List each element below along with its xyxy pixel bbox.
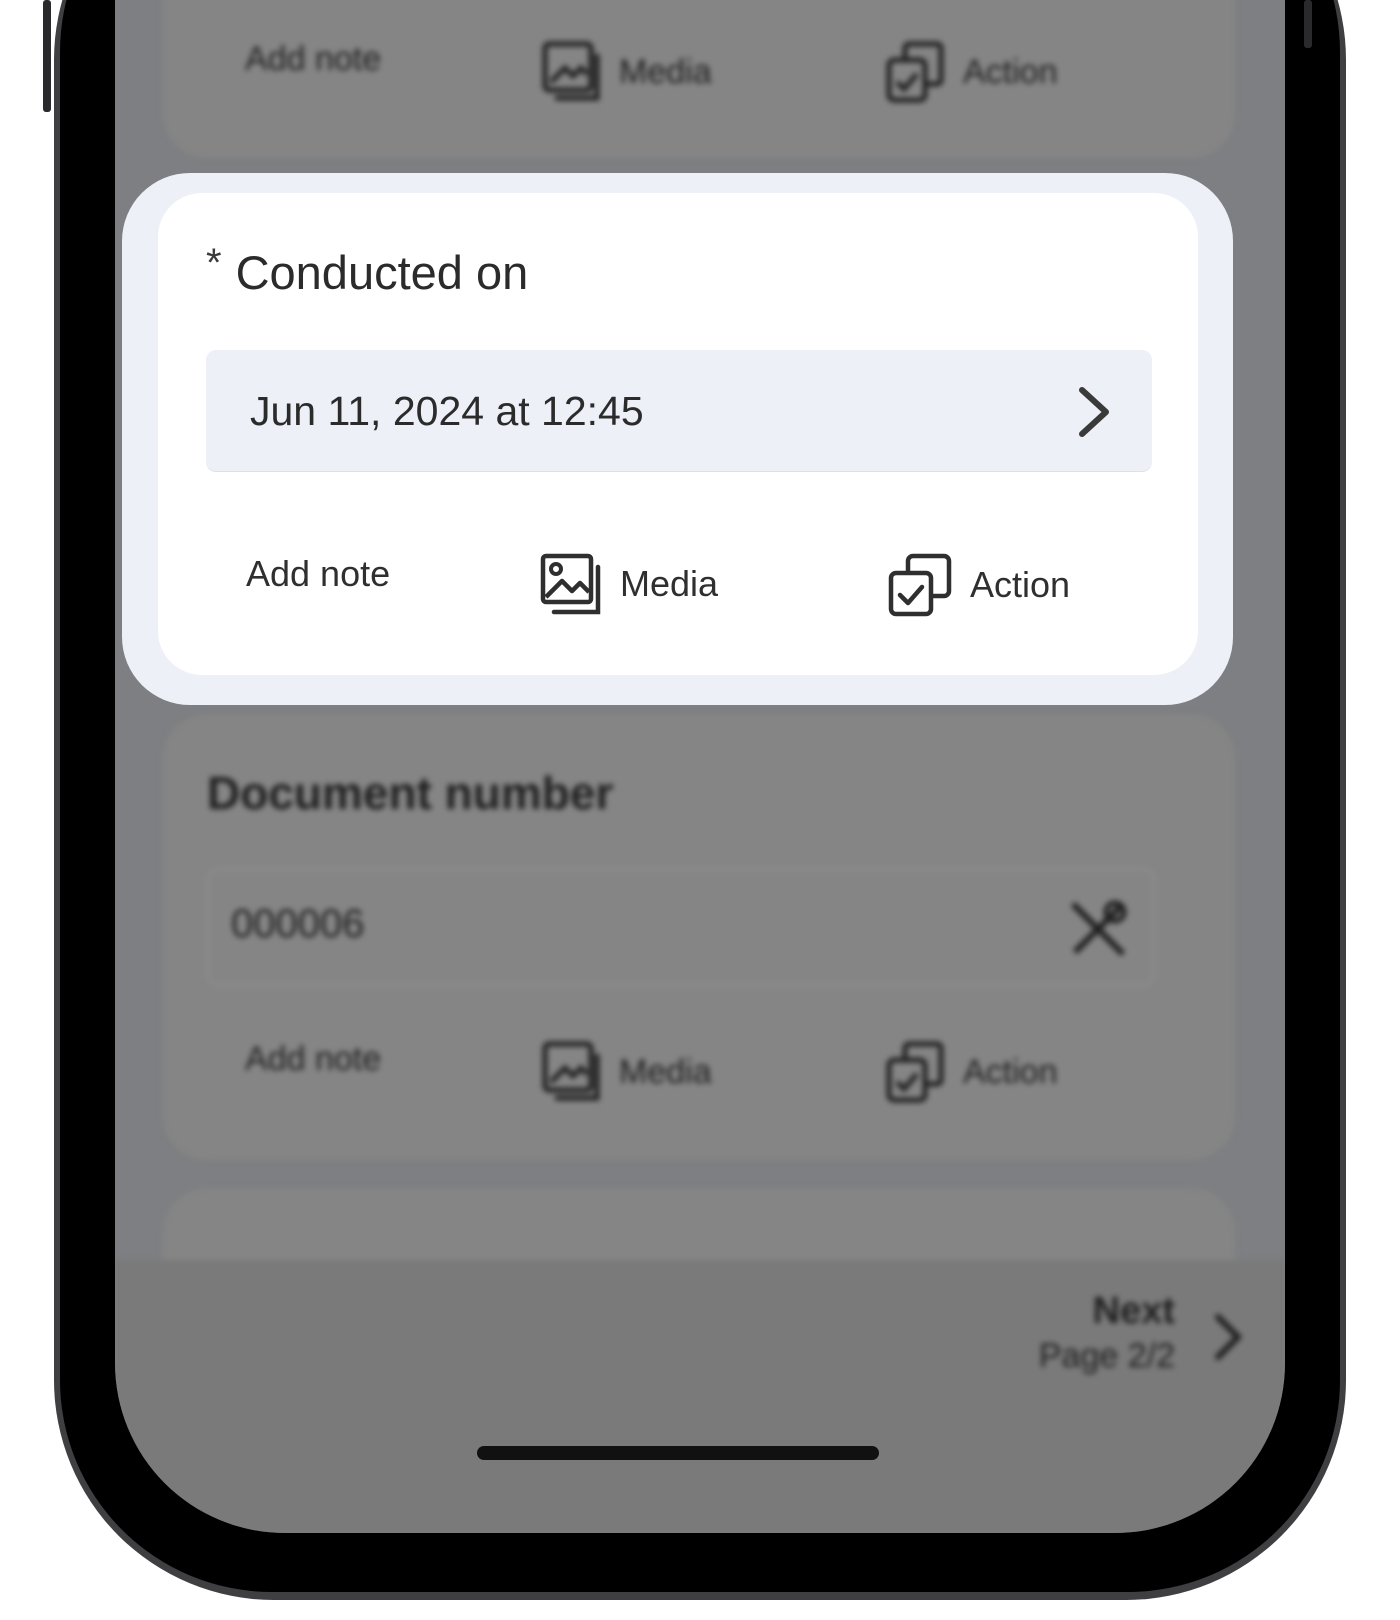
media-label: Media [620, 563, 719, 604]
action-button[interactable]: Action [885, 1040, 1058, 1104]
field-title-text: Conducted on [235, 246, 529, 299]
add-note-label: Add note [245, 40, 382, 78]
document-number-value: 000006 [231, 902, 365, 946]
add-note-button[interactable]: Add note [245, 1040, 381, 1079]
media-label: Media [619, 52, 712, 91]
action-button[interactable]: Action [888, 553, 1070, 617]
required-marker: * [206, 241, 222, 285]
next-page-button[interactable]: Next Page 2/2 [1039, 1290, 1175, 1376]
action-label: Action [963, 52, 1058, 91]
media-button[interactable]: Media [541, 40, 712, 104]
action-label: Action [970, 564, 1071, 605]
action-icon [886, 41, 944, 103]
action-label: Action [963, 1052, 1058, 1091]
media-icon [542, 41, 600, 101]
chevron-right-icon[interactable] [1213, 1312, 1243, 1362]
date-picker-field[interactable]: Jun 11, 2024 at 12:45 [206, 350, 1152, 472]
side-button-right [1304, 0, 1312, 48]
page-indicator: Page 2/2 [1038, 1337, 1175, 1375]
document-number-card: Document number 000006 Add note Media Ac… [163, 714, 1235, 1160]
chevron-right-icon [1079, 387, 1109, 437]
media-label: Media [619, 1052, 712, 1091]
image-gallery-icon [540, 553, 601, 615]
document-number-title: Document number [207, 767, 614, 819]
focused-question-card: * Conducted on Jun 11, 2024 at 12:45 Add… [122, 173, 1233, 705]
action-button[interactable]: Action [885, 40, 1058, 104]
next-label: Next [1092, 1290, 1175, 1332]
media-icon [542, 1041, 600, 1101]
document-number-input[interactable]: 000006 [207, 868, 1155, 986]
side-button-left [43, 0, 51, 112]
action-icon [886, 1041, 944, 1103]
media-button[interactable]: Media [541, 1040, 712, 1104]
field-title: * Conducted on [206, 241, 529, 300]
focused-question-content: * Conducted on Jun 11, 2024 at 12:45 Add… [158, 193, 1198, 675]
checkbox-copy-icon [888, 553, 952, 617]
previous-question-card: Add note Media Action [163, 0, 1235, 158]
add-note-label: Add note [245, 1040, 382, 1078]
add-note-button[interactable]: Add note [245, 40, 381, 79]
home-indicator [477, 1446, 879, 1460]
add-note-button[interactable]: Add note [246, 553, 390, 595]
date-value: Jun 11, 2024 at 12:45 [250, 388, 644, 434]
tools-icon[interactable] [1063, 894, 1133, 964]
media-button[interactable]: Media [540, 553, 718, 615]
add-note-label: Add note [246, 553, 391, 594]
bottom-navigation: Next Page 2/2 [115, 1260, 1285, 1533]
